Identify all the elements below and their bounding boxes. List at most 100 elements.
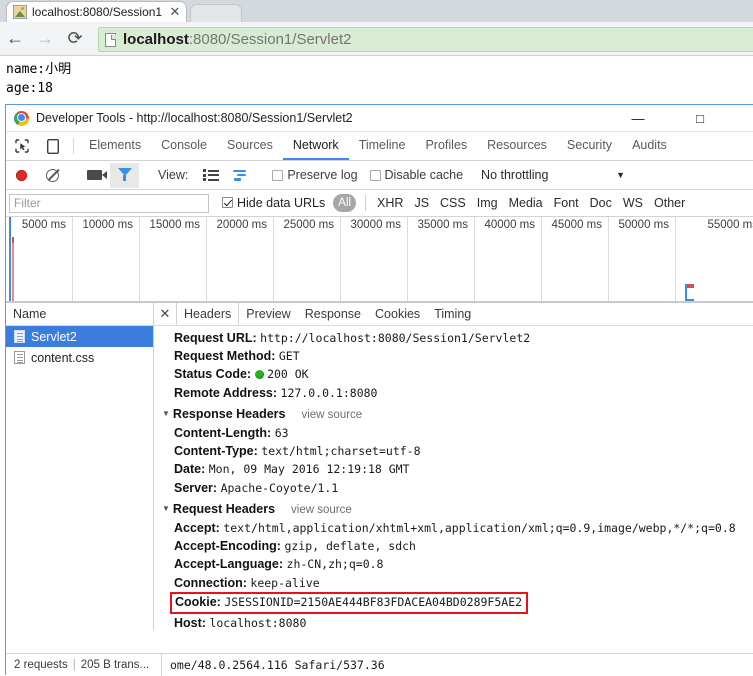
header-value: Mon, 09 May 2016 12:19:18 GMT	[208, 462, 410, 477]
page-viewport: name:小明 age:18	[0, 57, 753, 105]
general-remote-address-key: Remote Address:	[174, 385, 278, 400]
timeline-tick-label: 40000 ms	[484, 219, 535, 231]
tab-strip: localhost:8080/Session1 ✕	[0, 0, 753, 22]
detail-tab-response[interactable]: Response	[298, 303, 368, 325]
header-value: zh-CN,zh;q=0.8	[286, 557, 384, 572]
timeline-tick-label: 45000 ms	[551, 219, 602, 231]
reload-icon[interactable]: ⟳	[60, 24, 90, 54]
request-list-header-name[interactable]: Name	[6, 303, 153, 326]
filter-type-font[interactable]: Font	[554, 196, 579, 210]
devtools-titlebar: Developer Tools - http://localhost:8080/…	[6, 105, 753, 132]
disable-cache-checkbox[interactable]: Disable cache	[369, 168, 464, 182]
maximize-button[interactable]: □	[677, 105, 723, 132]
clear-button[interactable]	[37, 168, 68, 182]
general-status-code: Status Code: 200 OK	[162, 365, 753, 383]
request-row-servlet2[interactable]: Servlet2	[6, 326, 153, 347]
request-view-source-link[interactable]: view source	[291, 504, 352, 516]
back-icon[interactable]: ←	[0, 24, 30, 54]
timeline-tick: 10000 ms	[73, 217, 140, 302]
detail-tab-timing[interactable]: Timing	[427, 303, 478, 325]
minimize-button[interactable]: —	[615, 105, 661, 132]
inspect-element-icon[interactable]	[6, 132, 37, 160]
tab-elements[interactable]: Elements	[79, 132, 151, 160]
capture-screenshots-button[interactable]	[79, 170, 110, 180]
header-key: Server:	[174, 480, 218, 495]
browser-tab-active[interactable]: localhost:8080/Session1 ✕	[6, 1, 187, 22]
new-tab-button[interactable]	[190, 4, 242, 22]
network-timeline-overview[interactable]: 5000 ms 10000 ms 15000 ms 20000 ms 25000…	[6, 217, 753, 303]
filter-toggle-button[interactable]	[110, 162, 139, 188]
cookie-highlight-box: Cookie: JSESSIONID=2150AE444BF83FDACEA04…	[170, 591, 529, 614]
hide-data-urls-checkbox[interactable]: Hide data URLs	[222, 196, 325, 210]
transferred-size: 205 B trans...	[80, 658, 150, 671]
page-info-icon[interactable]	[105, 32, 116, 47]
filter-type-media[interactable]: Media	[509, 196, 543, 210]
header-value: text/html,application/xhtml+xml,applicat…	[223, 521, 736, 536]
request-headers-label: Request Headers	[172, 501, 276, 516]
filter-type-ws[interactable]: WS	[623, 196, 643, 210]
tab-sources[interactable]: Sources	[217, 132, 283, 160]
request-detail-pane: ✕ Headers Preview Response Cookies Timin…	[154, 303, 753, 630]
tomcat-favicon-icon	[13, 5, 27, 19]
filter-type-xhr[interactable]: XHR	[377, 196, 403, 210]
devtools-panel-tabs: Elements Console Sources Network Timelin…	[6, 132, 753, 161]
tab-network[interactable]: Network	[282, 132, 349, 160]
tab-close-icon[interactable]: ✕	[168, 5, 182, 19]
filter-type-img[interactable]: Img	[477, 196, 498, 210]
filter-type-other[interactable]: Other	[654, 196, 685, 210]
hide-data-urls-label: Hide data URLs	[237, 196, 326, 210]
request-header-accept: Accept: text/html,application/xhtml+xml,…	[162, 519, 753, 537]
throttling-select[interactable]: No throttling ▼	[479, 168, 631, 182]
page-text-line-1: name:小明	[6, 62, 72, 77]
collapse-triangle-icon: ▼	[162, 409, 170, 419]
tab-profiles[interactable]: Profiles	[415, 132, 477, 160]
timeline-domcontentloaded-marker	[12, 237, 14, 302]
response-view-source-link[interactable]: view source	[301, 409, 362, 421]
address-bar[interactable]: localhost:8080/Session1/Servlet2	[98, 27, 753, 52]
view-list-button[interactable]	[195, 169, 226, 181]
close-detail-icon[interactable]: ✕	[154, 303, 176, 325]
timeline-tick: 45000 ms	[542, 217, 609, 302]
filter-type-css[interactable]: CSS	[440, 196, 466, 210]
devtools-window-title: Developer Tools - http://localhost:8080/…	[36, 111, 353, 125]
filter-type-all[interactable]: All	[333, 194, 357, 212]
detail-tab-preview[interactable]: Preview	[239, 303, 297, 325]
response-header-content-type: Content-Type: text/html;charset=utf-8	[162, 442, 753, 460]
timeline-load-marker-red	[12, 237, 14, 243]
detail-tab-headers[interactable]: Headers	[176, 303, 240, 325]
header-key: Cookie:	[175, 594, 221, 609]
view-waterfall-button[interactable]	[226, 169, 257, 181]
request-header-accept-language: Accept-Language: zh-CN,zh;q=0.8	[162, 555, 753, 573]
url-host: localhost	[123, 31, 189, 48]
filter-type-doc[interactable]: Doc	[590, 196, 612, 210]
disable-cache-label: Disable cache	[384, 168, 464, 182]
header-value: Apache-Coyote/1.1	[220, 480, 339, 495]
header-value: text/html;charset=utf-8	[261, 444, 421, 459]
header-key: Accept:	[174, 521, 220, 536]
timeline-tick-label: 50000 ms	[618, 219, 669, 231]
general-request-url-value: http://localhost:8080/Session1/Servlet2	[260, 331, 531, 345]
response-headers-section-title[interactable]: ▼ Response Headers view source	[162, 405, 753, 424]
device-toolbar-icon[interactable]	[37, 132, 68, 160]
tab-timeline[interactable]: Timeline	[349, 132, 416, 160]
tab-console[interactable]: Console	[151, 132, 217, 160]
header-key: Accept-Encoding:	[174, 539, 281, 554]
page-text-line-2: age:18	[6, 81, 53, 96]
tab-audits[interactable]: Audits	[622, 132, 677, 160]
disable-cache-box-icon	[369, 169, 381, 181]
request-row-content-css[interactable]: content.css	[6, 347, 153, 368]
filter-input[interactable]: Filter	[9, 193, 209, 213]
toolbar-divider	[73, 138, 74, 154]
forward-icon[interactable]: →	[30, 24, 60, 54]
detail-tab-cookies[interactable]: Cookies	[368, 303, 427, 325]
record-button[interactable]	[6, 169, 37, 181]
response-headers-label: Response Headers	[172, 406, 286, 421]
header-key: Content-Type:	[174, 444, 258, 459]
general-status-code-value: 200 OK	[267, 367, 309, 382]
tab-resources[interactable]: Resources	[477, 132, 557, 160]
tab-security[interactable]: Security	[557, 132, 622, 160]
timeline-tick: 55000 ms	[676, 217, 753, 302]
preserve-log-checkbox[interactable]: Preserve log	[272, 168, 358, 182]
request-headers-section-title[interactable]: ▼ Request Headers view source	[162, 500, 753, 519]
filter-type-js[interactable]: JS	[414, 196, 429, 210]
